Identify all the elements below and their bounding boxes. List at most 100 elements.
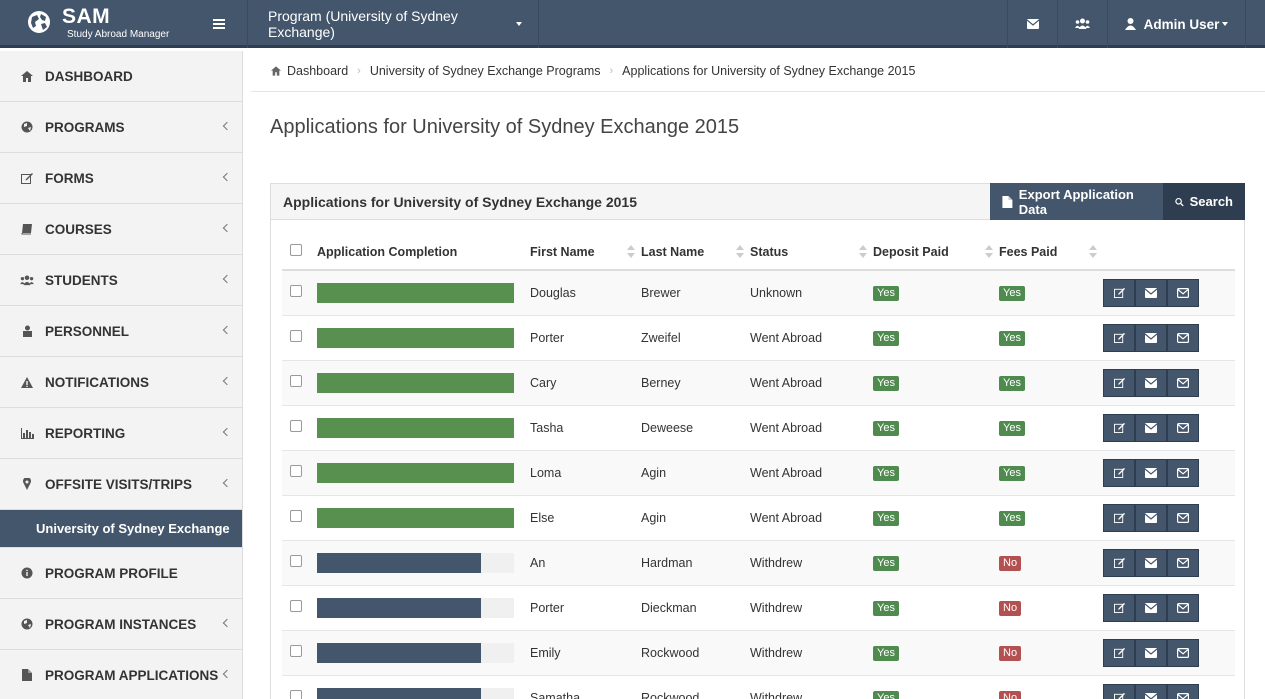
first-name-cell: Samatha [530, 675, 641, 699]
applications-table: Application Completion First Name Last N… [282, 234, 1235, 699]
send-email-button[interactable] [1167, 368, 1199, 397]
send-message-button[interactable] [1135, 503, 1167, 532]
sidebar-item-programs[interactable]: PROGRAMS [0, 102, 242, 153]
edit-icon [1113, 512, 1125, 523]
last-name-cell: Hardman [641, 540, 750, 586]
home-icon [20, 69, 34, 83]
breadcrumb-programs[interactable]: University of Sydney Exchange Programs [370, 64, 601, 78]
first-name-cell: Loma [530, 450, 641, 496]
edit-application-button[interactable] [1103, 548, 1135, 577]
sidebar-item-reporting[interactable]: REPORTING [0, 408, 242, 459]
send-email-button[interactable] [1167, 458, 1199, 487]
last-name-cell: Deweese [641, 405, 750, 451]
row-checkbox[interactable] [290, 555, 302, 567]
send-message-button[interactable] [1135, 413, 1167, 442]
completion-progress-bar [317, 507, 514, 528]
export-data-button[interactable]: Export Application Data [990, 183, 1163, 220]
send-message-button[interactable] [1135, 593, 1167, 622]
row-checkbox[interactable] [290, 330, 302, 342]
envelope-outline-icon [1177, 692, 1189, 699]
send-email-button[interactable] [1167, 278, 1199, 307]
table-row: An Hardman Withdrew Yes No [282, 540, 1235, 586]
sidebar: DASHBOARD PROGRAMS FORMS COURSES STUDENT… [0, 51, 243, 699]
select-all-checkbox[interactable] [290, 244, 302, 256]
messages-button[interactable] [1007, 0, 1057, 48]
envelope-outline-icon [1177, 512, 1189, 523]
sidebar-item-program-instances[interactable]: PROGRAM INSTANCES [0, 599, 242, 650]
warning-icon [20, 375, 34, 389]
row-checkbox[interactable] [290, 375, 302, 387]
send-message-button[interactable] [1135, 458, 1167, 487]
send-message-button[interactable] [1135, 368, 1167, 397]
edit-application-button[interactable] [1103, 458, 1135, 487]
send-message-button[interactable] [1135, 638, 1167, 667]
brand-logo[interactable]: SAM Study Abroad Manager [0, 0, 190, 48]
fees-paid-badge: No [999, 690, 1022, 699]
send-message-button[interactable] [1135, 278, 1167, 307]
envelope-icon [1145, 377, 1157, 388]
breadcrumb-dashboard[interactable]: Dashboard [287, 64, 348, 78]
sort-icon [627, 245, 635, 259]
status-cell: Withdrew [750, 585, 873, 631]
sidebar-item-personnel[interactable]: PERSONNEL [0, 306, 242, 357]
col-header-last-name[interactable]: Last Name [641, 234, 750, 271]
deposit-paid-badge: Yes [873, 375, 899, 391]
row-checkbox[interactable] [290, 510, 302, 522]
col-header-deposit-paid[interactable]: Deposit Paid [873, 234, 999, 271]
col-header-first-name[interactable]: First Name [530, 234, 641, 271]
row-checkbox[interactable] [290, 645, 302, 657]
row-checkbox[interactable] [290, 465, 302, 477]
send-message-button[interactable] [1135, 683, 1167, 699]
col-header-completion[interactable]: Application Completion [317, 234, 530, 271]
edit-application-button[interactable] [1103, 323, 1135, 352]
col-header-fees-paid[interactable]: Fees Paid [999, 234, 1103, 271]
users-button[interactable] [1057, 0, 1107, 48]
sidebar-item-program-profile[interactable]: PROGRAM PROFILE [0, 548, 242, 599]
sidebar-item-notifications[interactable]: NOTIFICATIONS [0, 357, 242, 408]
user-menu[interactable]: Admin User [1107, 0, 1245, 48]
col-header-status[interactable]: Status [750, 234, 873, 271]
last-name-cell: Berney [641, 360, 750, 406]
row-checkbox[interactable] [290, 420, 302, 432]
users-icon [20, 273, 34, 287]
send-email-button[interactable] [1167, 548, 1199, 577]
edit-application-button[interactable] [1103, 638, 1135, 667]
chevron-left-icon [222, 121, 232, 131]
sidebar-item-program-applications[interactable]: PROGRAM APPLICATIONS [0, 650, 242, 699]
sidebar-item-courses[interactable]: COURSES [0, 204, 242, 255]
sidebar-item-students[interactable]: STUDENTS [0, 255, 242, 306]
sidebar-item-dashboard[interactable]: DASHBOARD [0, 51, 242, 102]
edit-application-button[interactable] [1103, 683, 1135, 699]
row-checkbox[interactable] [290, 600, 302, 612]
menu-icon [212, 19, 225, 29]
send-email-button[interactable] [1167, 683, 1199, 699]
program-dropdown[interactable]: Program (University of Sydney Exchange) [248, 0, 539, 48]
send-message-button[interactable] [1135, 323, 1167, 352]
edit-application-button[interactable] [1103, 413, 1135, 442]
table-row: Douglas Brewer Unknown Yes Yes [282, 270, 1235, 316]
sidebar-item-forms[interactable]: FORMS [0, 153, 242, 204]
row-checkbox[interactable] [290, 690, 302, 699]
send-email-button[interactable] [1167, 503, 1199, 532]
send-email-button[interactable] [1167, 638, 1199, 667]
edit-application-button[interactable] [1103, 368, 1135, 397]
send-email-button[interactable] [1167, 593, 1199, 622]
edit-application-button[interactable] [1103, 278, 1135, 307]
row-checkbox[interactable] [290, 285, 302, 298]
sidebar-item-offsite-visits[interactable]: OFFSITE VISITS/TRIPS [0, 459, 242, 510]
send-message-button[interactable] [1135, 548, 1167, 577]
sidebar-active-program[interactable]: University of Sydney Exchange [0, 510, 242, 548]
search-button[interactable]: Search [1163, 183, 1245, 220]
edit-application-button[interactable] [1103, 503, 1135, 532]
deposit-paid-badge: Yes [873, 645, 899, 661]
edit-application-button[interactable] [1103, 593, 1135, 622]
home-icon [271, 66, 281, 76]
send-email-button[interactable] [1167, 413, 1199, 442]
chevron-left-icon [222, 325, 232, 335]
fees-paid-badge: Yes [999, 510, 1025, 526]
chevron-left-icon [222, 274, 232, 284]
sidebar-toggle-button[interactable] [190, 0, 248, 48]
send-email-button[interactable] [1167, 323, 1199, 352]
envelope-icon [1145, 467, 1157, 478]
fees-paid-badge: Yes [999, 375, 1025, 391]
